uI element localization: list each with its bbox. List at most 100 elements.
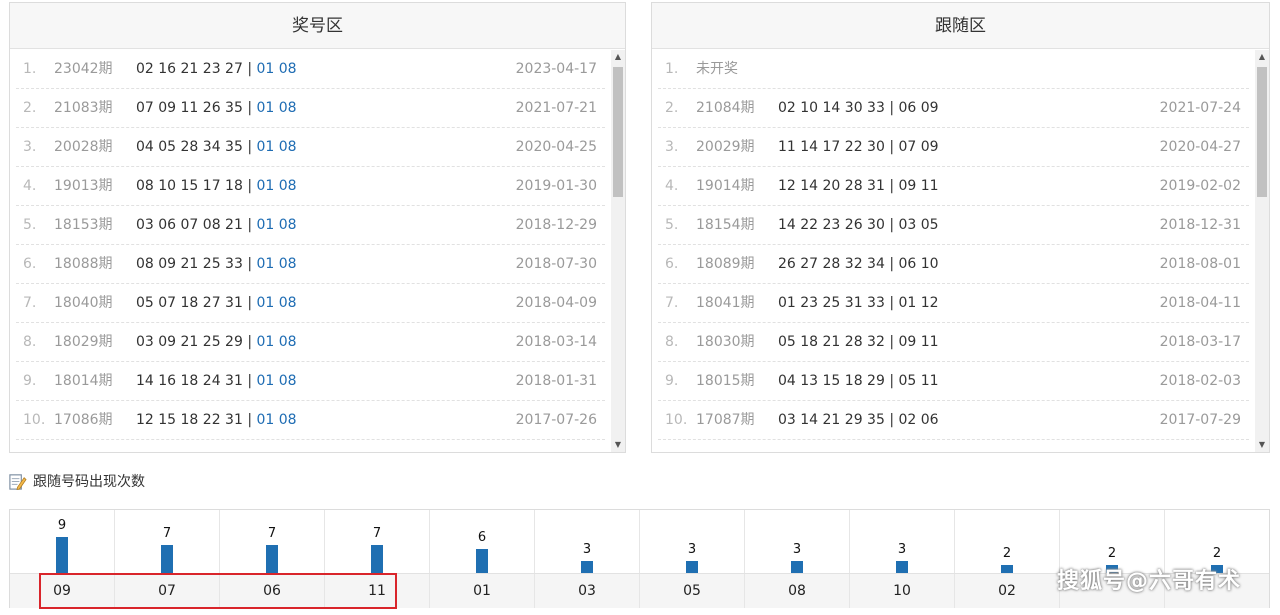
follow-numbers-scrollbar[interactable]: ▲ ▼: [1255, 50, 1269, 452]
scroll-up-arrow-icon[interactable]: ▲: [1255, 50, 1269, 64]
row-index: 1.: [665, 61, 679, 77]
draw-numbers: 08 09 21 25 33 | 01 08: [136, 245, 297, 284]
draw-numbers: 03 09 21 25 29 | 01 08: [136, 323, 297, 362]
count-bar: [371, 545, 383, 573]
count-bar: [476, 549, 488, 573]
back-numbers: 01 08: [256, 139, 297, 155]
count-value: 3: [687, 542, 697, 557]
count-column: 3: [850, 510, 955, 573]
list-item[interactable]: 5. 18154期 14 22 23 26 30 | 03 05 2018-12-31: [658, 206, 1249, 245]
list-item[interactable]: 2. 21084期 02 10 14 30 33 | 06 09 2021-07-24: [658, 89, 1249, 128]
count-value: 2: [1107, 546, 1117, 561]
issue-number: 18041期: [696, 295, 755, 311]
issue-number: 18088期: [54, 256, 113, 272]
number-label: 02: [955, 574, 1060, 608]
count-column: 3: [640, 510, 745, 573]
row-index: 9.: [23, 373, 37, 389]
list-item[interactable]: 5. 18153期 03 06 07 08 21 | 01 08 2018-12-29: [16, 206, 605, 245]
count-bar: [581, 561, 593, 573]
draw-numbers: 26 27 28 32 34 | 06 10: [778, 256, 939, 272]
issue-number: 17086期: [54, 412, 113, 428]
draw-date: 2018-04-11: [1159, 295, 1241, 311]
draw-date: 2018-03-14: [515, 334, 597, 350]
count-value: 2: [1212, 546, 1222, 561]
list-item[interactable]: 8. 18030期 05 18 21 28 32 | 09 11 2018-03-17: [658, 323, 1249, 362]
list-item[interactable]: 1. 未开奖: [658, 50, 1249, 89]
row-index: 5.: [23, 217, 37, 233]
number-label: 01: [430, 574, 535, 608]
scroll-down-arrow-icon[interactable]: ▼: [1255, 438, 1269, 452]
number-label: 03: [535, 574, 640, 608]
back-numbers: 01 08: [256, 334, 297, 350]
issue-number: 20028期: [54, 139, 113, 155]
back-numbers: 01 08: [256, 412, 297, 428]
list-item[interactable]: 7. 18041期 01 23 25 31 33 | 01 12 2018-04-11: [658, 284, 1249, 323]
list-item[interactable]: 6. 18089期 26 27 28 32 34 | 06 10 2018-08-01: [658, 245, 1249, 284]
draw-date: 2017-07-29: [1159, 412, 1241, 428]
number-label: 09: [10, 574, 115, 608]
scroll-up-arrow-icon[interactable]: ▲: [611, 50, 625, 64]
row-index: 1.: [23, 61, 37, 77]
list-item[interactable]: 1. 23042期 02 16 21 23 27 | 01 08 2023-04-17: [16, 50, 605, 89]
count-bar: [686, 561, 698, 573]
row-index: 8.: [665, 334, 679, 350]
list-item[interactable]: 8. 18029期 03 09 21 25 29 | 01 08 2018-03-14: [16, 323, 605, 362]
row-index: 3.: [665, 139, 679, 155]
draw-numbers-scrollbar[interactable]: ▲ ▼: [611, 50, 625, 452]
back-numbers: 01 08: [256, 295, 297, 311]
list-item[interactable]: 3. 20028期 04 05 28 34 35 | 01 08 2020-04-25: [16, 128, 605, 167]
scroll-thumb[interactable]: [613, 67, 623, 197]
count-value: 3: [897, 542, 907, 557]
back-numbers: 01 08: [256, 100, 297, 116]
list-item[interactable]: 3. 20029期 11 14 17 22 30 | 07 09 2020-04-27: [658, 128, 1249, 167]
issue-number: 18040期: [54, 295, 113, 311]
scroll-thumb[interactable]: [1257, 67, 1267, 197]
count-bar: [56, 537, 68, 573]
issue-number: 17087期: [696, 412, 755, 428]
issue-number: 20029期: [696, 139, 755, 155]
scroll-down-arrow-icon[interactable]: ▼: [611, 438, 625, 452]
issue-number: 18014期: [54, 373, 113, 389]
count-value: 7: [162, 526, 172, 541]
draw-numbers-list[interactable]: 1. 23042期 02 16 21 23 27 | 01 08 2023-04-17…: [10, 50, 611, 452]
list-item[interactable]: 9. 18015期 04 13 15 18 29 | 05 11 2018-02-03: [658, 362, 1249, 401]
list-item[interactable]: 7. 18040期 05 07 18 27 31 | 01 08 2018-04-09: [16, 284, 605, 323]
draw-numbers: 11 14 17 22 30 | 07 09: [778, 139, 939, 155]
number-label: 07: [115, 574, 220, 608]
draw-date: 2018-04-09: [515, 295, 597, 311]
back-numbers: 01 08: [256, 178, 297, 194]
draw-date: 2018-02-03: [1159, 373, 1241, 389]
front-numbers: 03 09 21 25 29 |: [136, 334, 257, 350]
row-index: 6.: [23, 256, 37, 272]
row-index: 10.: [23, 412, 46, 428]
row-index: 3.: [23, 139, 37, 155]
issue-number: 23042期: [54, 61, 113, 77]
draw-numbers: 04 05 28 34 35 | 01 08: [136, 128, 297, 167]
draw-date: 2018-12-31: [1159, 217, 1241, 233]
list-item[interactable]: 9. 18014期 14 16 18 24 31 | 01 08 2018-01-31: [16, 362, 605, 401]
draw-numbers: 14 22 23 26 30 | 03 05: [778, 217, 939, 233]
list-item[interactable]: 2. 21083期 07 09 11 26 35 | 01 08 2021-07-21: [16, 89, 605, 128]
list-item[interactable]: 4. 19014期 12 14 20 28 31 | 09 11 2019-02-02: [658, 167, 1249, 206]
row-index: 9.: [665, 373, 679, 389]
list-item[interactable]: 4. 19013期 08 10 15 17 18 | 01 08 2019-01-30: [16, 167, 605, 206]
number-label: 10: [850, 574, 955, 608]
row-index: 7.: [665, 295, 679, 311]
list-item[interactable]: 10. 17087期 03 14 21 29 35 | 02 06 2017-07-2…: [658, 401, 1249, 440]
list-item[interactable]: 6. 18088期 08 09 21 25 33 | 01 08 2018-07-30: [16, 245, 605, 284]
follow-numbers-list[interactable]: 1. 未开奖 2. 21084期 02 10 14 30 33 | 06 09 2021-…: [652, 50, 1255, 452]
draw-date: 2018-08-01: [1159, 256, 1241, 272]
draw-numbers: 07 09 11 26 35 | 01 08: [136, 89, 297, 128]
count-bar: [266, 545, 278, 573]
draw-date: 2019-02-02: [1159, 178, 1241, 194]
draw-numbers: 14 16 18 24 31 | 01 08: [136, 362, 297, 401]
count-bar: [791, 561, 803, 573]
count-value: 2: [1002, 546, 1012, 561]
count-bar: [896, 561, 908, 573]
number-label: 06: [220, 574, 325, 608]
front-numbers: 08 09 21 25 33 |: [136, 256, 257, 272]
draw-numbers: 03 06 07 08 21 | 01 08: [136, 206, 297, 245]
row-index: 7.: [23, 295, 37, 311]
list-item[interactable]: 10. 17086期 12 15 18 22 31 | 01 08 2017-07-2…: [16, 401, 605, 440]
number-label: 05: [640, 574, 745, 608]
